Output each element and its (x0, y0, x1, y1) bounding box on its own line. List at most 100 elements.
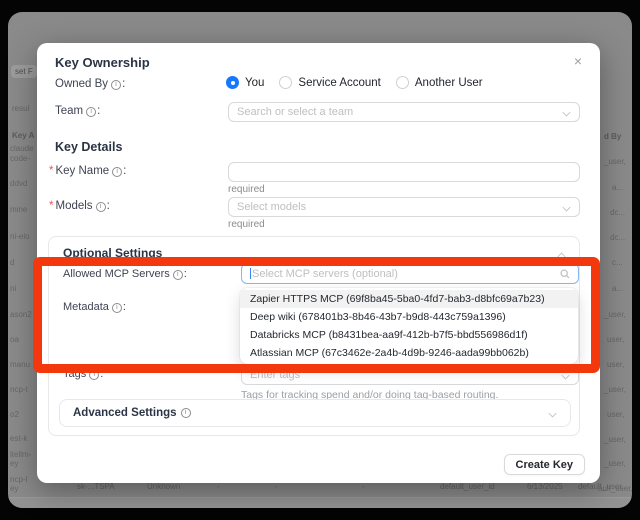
models-placeholder: Select models (237, 201, 306, 213)
bg-table-cell: default_user, (578, 482, 624, 491)
info-icon[interactable] (112, 167, 122, 177)
required-asterisk: * (49, 165, 53, 177)
bg-fragment: resul (12, 104, 29, 113)
models-label-text: Models (55, 200, 92, 212)
models-select[interactable]: Select models (228, 197, 580, 217)
bg-table-cell: default_user_id (440, 482, 495, 491)
info-icon[interactable] (112, 303, 122, 313)
bg-fragment: ni (10, 284, 16, 293)
info-icon[interactable] (89, 370, 99, 380)
bg-fragment: ey (10, 484, 18, 493)
dropdown-item-databricks[interactable]: Databricks MCP (b8431bea-aa9f-412b-b7f5-… (240, 326, 578, 344)
bg-table-cell: 6/13/2025 (527, 482, 563, 491)
reset-filters-fragment: set F (11, 65, 37, 78)
radio-unselected-icon[interactable] (396, 76, 409, 89)
bg-fragment: itellm- (10, 450, 31, 459)
radio-another-user[interactable]: Another User (396, 76, 483, 89)
bg-fragment: d (10, 258, 14, 267)
search-icon (560, 269, 570, 279)
team-placeholder: Search or select a team (237, 106, 353, 118)
bg-fragment: user, (607, 360, 624, 369)
key-name-label-text: Key Name (55, 165, 109, 177)
optional-settings-heading[interactable]: Optional Settings (63, 246, 162, 260)
key-name-required-hint: required (228, 184, 265, 195)
required-asterisk: * (49, 200, 53, 212)
info-icon[interactable] (96, 202, 106, 212)
bg-fragment: ncp-l (10, 475, 27, 484)
bg-fragment: _user, (604, 157, 626, 166)
bg-fragment: _user, (604, 435, 626, 444)
owned-by-label: Owned By: (55, 78, 125, 90)
owned-by-label-text: Owned By (55, 78, 108, 90)
tags-label: Tags: (63, 368, 103, 380)
key-name-label: *Key Name: (49, 165, 126, 177)
mcp-servers-dropdown: Zapier HTTPS MCP (69f8ba45-5ba0-4fd7-bab… (240, 288, 578, 364)
bg-table-cell: - (217, 482, 220, 491)
bg-fragment: oa (10, 335, 19, 344)
key-name-input[interactable] (228, 162, 580, 182)
radio-service-account[interactable]: Service Account (279, 76, 380, 89)
dropdown-item-zapier[interactable]: Zapier HTTPS MCP (69f8ba45-5ba0-4fd7-bab… (240, 290, 578, 308)
chevron-down-icon (563, 203, 571, 211)
radio-unselected-icon[interactable] (279, 76, 292, 89)
bg-fragment: dc... (610, 233, 625, 242)
owned-by-radio-group: You Service Account Another User (226, 76, 483, 89)
create-key-button[interactable]: Create Key (504, 454, 585, 475)
chevron-up-icon[interactable] (558, 249, 566, 257)
radio-you-label: You (245, 77, 264, 89)
bg-fragment: user, (607, 335, 624, 344)
mcp-servers-label-text: Allowed MCP Servers (63, 268, 170, 280)
bg-fragment: _user, (604, 310, 626, 319)
advanced-settings-heading: Advanced Settings (73, 407, 177, 419)
radio-another-user-label: Another User (415, 77, 483, 89)
bg-fragment: code- (10, 154, 30, 163)
bg-fragment: ddvd (10, 179, 27, 188)
dropdown-item-atlassian[interactable]: Atlassian MCP (67c3462e-2a4b-4d9b-9246-a… (240, 344, 578, 362)
metadata-label: Metadata: (63, 301, 126, 313)
radio-service-account-label: Service Account (298, 77, 380, 89)
models-label: *Models: (49, 200, 110, 212)
bg-fragment: est-k (10, 434, 27, 443)
key-ownership-modal: Key Ownership × Owned By: You Service Ac… (37, 43, 600, 483)
radio-selected-icon[interactable] (226, 76, 239, 89)
bg-fragment: _user, (604, 385, 626, 394)
bg-footer-band (8, 498, 632, 508)
chevron-down-icon (549, 409, 557, 417)
bg-fragment: _user, (604, 459, 626, 468)
bg-table-cell: - (275, 482, 278, 491)
info-icon[interactable] (111, 80, 121, 90)
bg-fragment: a... (612, 284, 623, 293)
chevron-down-icon (563, 108, 571, 116)
bg-fragment: mine (10, 205, 27, 214)
tags-placeholder: Enter tags (250, 369, 300, 381)
bg-table-cell: - (362, 482, 365, 491)
advanced-settings-toggle[interactable]: Advanced Settings (59, 399, 571, 427)
metadata-label-text: Metadata (63, 301, 109, 313)
team-label-text: Team (55, 105, 83, 117)
bg-column-header-fragment: d By (604, 132, 621, 141)
chevron-down-icon (562, 371, 570, 379)
bg-table-cell: Unknown (147, 482, 180, 491)
bg-fragment: set F (11, 67, 37, 76)
bg-fragment: manu (10, 360, 30, 369)
team-select[interactable]: Search or select a team (228, 102, 580, 122)
radio-you[interactable]: You (226, 76, 264, 89)
info-icon[interactable] (181, 408, 191, 418)
info-icon[interactable] (86, 107, 96, 117)
mcp-servers-placeholder: Select MCP servers (optional) (252, 268, 398, 280)
text-cursor (250, 268, 251, 279)
mcp-servers-input[interactable]: Select MCP servers (optional) (241, 263, 579, 284)
bg-fragment: ni-elo (10, 232, 30, 241)
mcp-servers-label: Allowed MCP Servers: (63, 268, 187, 280)
bg-fragment: a... (612, 183, 623, 192)
bg-fragment: ncp-t (10, 385, 28, 394)
info-icon[interactable] (173, 270, 183, 280)
bg-fragment: ason2 (10, 310, 32, 319)
dropdown-item-deep-wiki[interactable]: Deep wiki (678401b3-8b46-43b7-b9d8-443c7… (240, 308, 578, 326)
tags-label-text: Tags (63, 368, 86, 380)
screenshot-stage: set F resul Key A claude code- ddvd mine… (0, 0, 640, 520)
close-icon[interactable]: × (569, 52, 587, 70)
tags-select[interactable]: Enter tags (241, 365, 579, 385)
team-label: Team: (55, 105, 100, 117)
key-details-heading: Key Details (55, 140, 122, 154)
